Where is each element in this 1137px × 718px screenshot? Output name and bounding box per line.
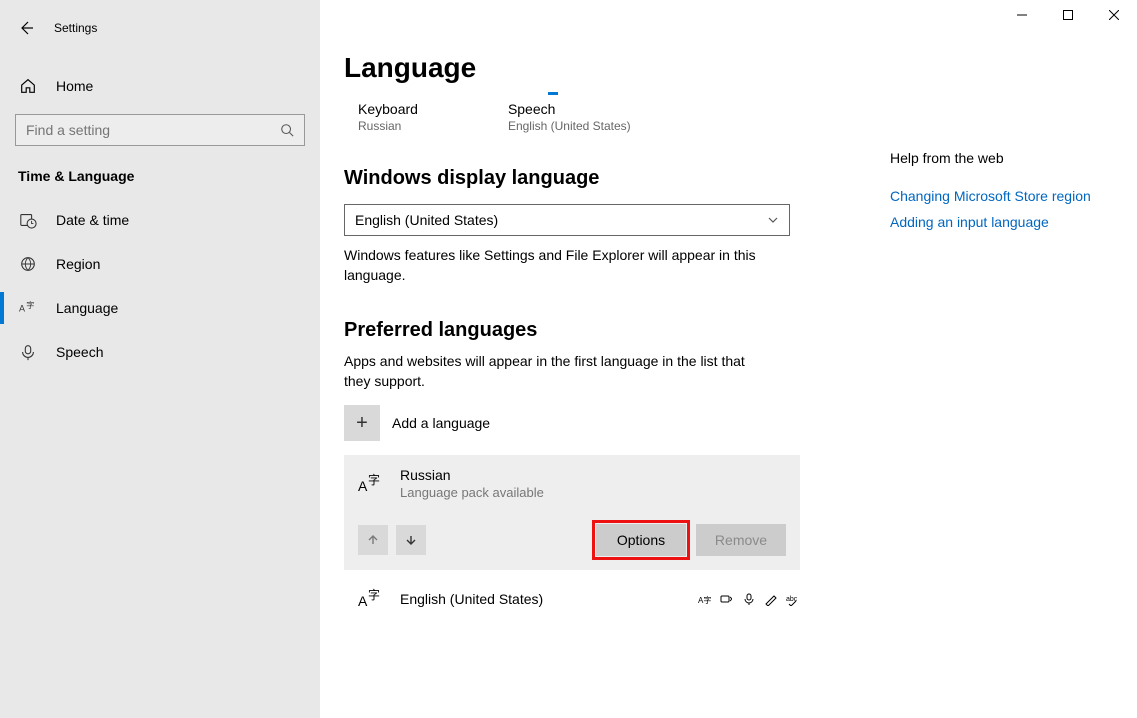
display-language-desc: Windows features like Settings and File … <box>344 246 764 285</box>
svg-text:A: A <box>358 478 368 494</box>
options-button[interactable]: Options <box>596 524 686 556</box>
display-language-heading: Windows display language <box>344 167 844 190</box>
indicator-speech-value: English (United States) <box>508 119 631 133</box>
help-panel: Help from the web Changing Microsoft Sto… <box>890 150 1091 612</box>
nav-home[interactable]: Home <box>0 66 320 106</box>
indicator-keyboard-label: Keyboard <box>358 101 418 117</box>
nav-language-label: Language <box>56 300 118 316</box>
add-language-button[interactable]: + Add a language <box>344 405 844 441</box>
language-sub: Language pack available <box>400 485 544 500</box>
move-down-button[interactable] <box>396 525 426 555</box>
nav-region-label: Region <box>56 256 100 272</box>
language-glyph-icon: A字 <box>358 471 386 497</box>
language-feature-icons: A字 abc <box>698 592 800 606</box>
speech-recognition-icon <box>742 592 756 606</box>
help-title: Help from the web <box>890 150 1091 166</box>
maximize-button[interactable] <box>1045 0 1091 30</box>
chevron-down-icon <box>767 214 779 226</box>
main-content: Language Keyboard Russian Speech English… <box>320 0 1137 718</box>
globe-icon <box>18 255 38 273</box>
text-to-speech-icon <box>720 592 734 606</box>
svg-text:字: 字 <box>368 472 380 487</box>
search-input[interactable] <box>26 122 280 138</box>
language-name: Russian <box>400 467 544 483</box>
svg-text:A字: A字 <box>698 595 711 605</box>
back-button[interactable] <box>18 20 34 36</box>
nav-home-label: Home <box>56 78 93 94</box>
svg-text:字: 字 <box>26 300 34 310</box>
remove-button[interactable]: Remove <box>696 524 786 556</box>
move-up-button[interactable] <box>358 525 388 555</box>
language-card-english[interactable]: A字 English (United States) A字 abc <box>344 586 800 612</box>
indicator-speech[interactable]: Speech English (United States) <box>508 92 631 133</box>
svg-text:abc: abc <box>786 596 798 603</box>
preferred-languages-desc: Apps and websites will appear in the fir… <box>344 352 764 391</box>
nav-speech-label: Speech <box>56 344 103 360</box>
svg-text:A: A <box>19 304 25 314</box>
close-button[interactable] <box>1091 0 1137 30</box>
language-icon: A字 <box>18 299 38 317</box>
svg-text:字: 字 <box>368 587 380 602</box>
page-title: Language <box>344 52 1137 84</box>
add-language-label: Add a language <box>392 415 490 431</box>
handwriting-icon <box>764 592 778 606</box>
display-language-value: English (United States) <box>355 212 498 228</box>
microphone-icon <box>18 343 38 361</box>
help-link-input-language[interactable]: Adding an input language <box>890 214 1091 230</box>
display-lang-icon: A字 <box>698 592 712 606</box>
app-title: Settings <box>54 21 97 35</box>
language-name: English (United States) <box>400 591 684 607</box>
spellcheck-icon: abc <box>786 592 800 606</box>
nav-speech[interactable]: Speech <box>0 330 320 374</box>
nav-region[interactable]: Region <box>0 242 320 286</box>
nav-language[interactable]: A字 Language <box>0 286 320 330</box>
language-glyph-icon: A字 <box>358 586 386 612</box>
language-indicators: Keyboard Russian Speech English (United … <box>358 92 844 133</box>
indicator-keyboard[interactable]: Keyboard Russian <box>358 92 418 133</box>
svg-text:A: A <box>358 593 368 609</box>
search-box[interactable] <box>15 114 305 146</box>
plus-icon: + <box>344 405 380 441</box>
sidebar-section-title: Time & Language <box>0 146 320 198</box>
help-link-store-region[interactable]: Changing Microsoft Store region <box>890 188 1091 204</box>
calendar-clock-icon <box>18 211 38 229</box>
window-controls <box>999 0 1137 30</box>
display-language-dropdown[interactable]: English (United States) <box>344 204 790 236</box>
nav-date-time[interactable]: Date & time <box>0 198 320 242</box>
home-icon <box>18 77 38 95</box>
indicator-keyboard-value: Russian <box>358 119 418 133</box>
language-card-russian[interactable]: A字 Russian Language pack available Optio… <box>344 455 800 570</box>
preferred-languages-heading: Preferred languages <box>344 319 844 342</box>
sidebar: Settings Home Time & Language Date & tim… <box>0 0 320 718</box>
search-icon <box>280 123 294 137</box>
minimize-button[interactable] <box>999 0 1045 30</box>
nav-date-time-label: Date & time <box>56 212 129 228</box>
indicator-speech-label: Speech <box>508 101 631 117</box>
